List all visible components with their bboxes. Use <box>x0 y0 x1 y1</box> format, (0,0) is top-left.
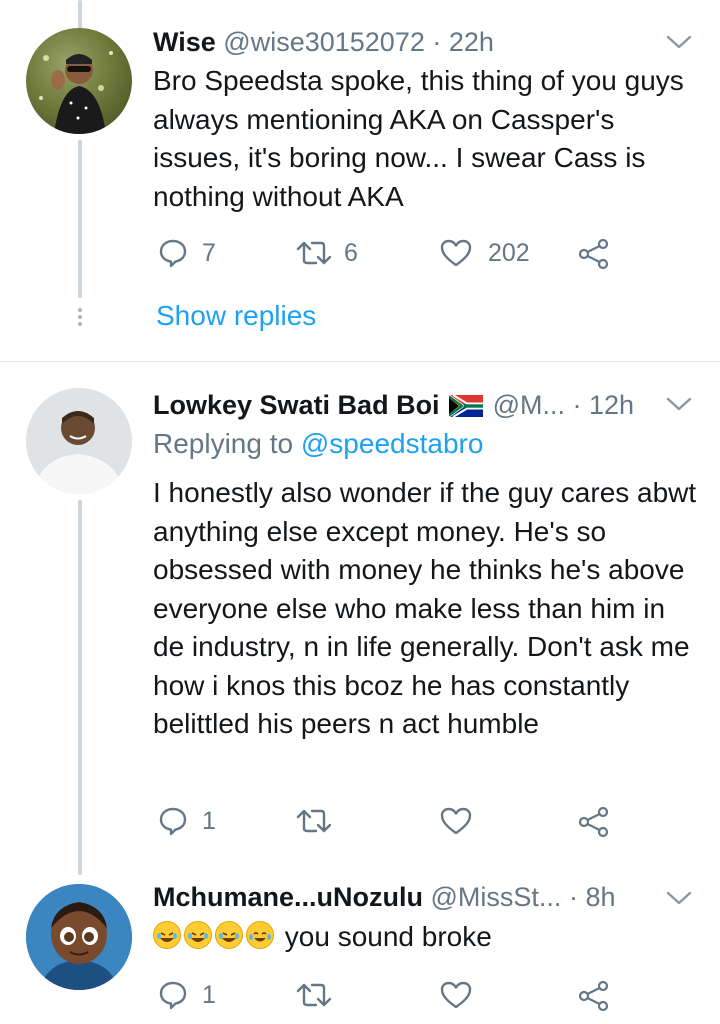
retweet-count: 6 <box>344 238 358 267</box>
retweet-button[interactable] <box>296 806 332 836</box>
display-name[interactable]: Mchumane...uNozulu <box>153 882 423 912</box>
chevron-down-icon[interactable] <box>666 34 692 50</box>
replying-to: Replying to @speedstabro <box>153 428 483 460</box>
show-replies-link[interactable]: Show replies <box>156 300 316 332</box>
thread-line <box>78 0 82 30</box>
avatar[interactable] <box>26 28 132 134</box>
laughing-tears-emoji-icon <box>246 921 274 949</box>
collapsed-thread-dots[interactable] <box>75 305 85 335</box>
tweet-text: you sound broke <box>284 921 492 952</box>
reply-button[interactable]: 1 <box>158 806 216 836</box>
reply-count: 7 <box>202 238 216 267</box>
share-button[interactable] <box>578 980 610 1012</box>
rofl-emoji-icon <box>153 921 181 949</box>
chevron-down-icon[interactable] <box>666 890 692 906</box>
avatar[interactable] <box>26 388 132 494</box>
tweet-header: Mchumane...uNozulu @MissSt... · 8h <box>153 882 615 913</box>
share-icon <box>578 238 609 270</box>
user-handle[interactable]: @wise30152072 <box>223 27 425 57</box>
display-name[interactable]: Wise <box>153 27 216 57</box>
tweet-text: I honestly also wonder if the guy cares … <box>153 477 697 739</box>
like-button[interactable] <box>440 806 472 836</box>
heart-icon <box>440 239 472 267</box>
heart-icon <box>440 981 472 1009</box>
reply-icon <box>159 807 187 836</box>
heart-icon <box>440 807 472 835</box>
reply-count: 1 <box>202 806 216 835</box>
retweet-icon <box>296 809 332 833</box>
avatar[interactable] <box>26 884 132 990</box>
like-button[interactable] <box>440 980 472 1010</box>
display-name[interactable]: Lowkey Swati Bad Boi <box>153 390 440 420</box>
retweet-icon <box>296 983 332 1007</box>
like-button[interactable]: 202 <box>440 238 530 268</box>
reply-button[interactable]: 7 <box>158 238 216 268</box>
south-africa-flag-icon <box>448 394 485 418</box>
reply-icon <box>159 239 187 268</box>
thread-line <box>78 140 82 298</box>
replying-to-label: Replying to <box>153 428 294 459</box>
tweet-text: Bro Speedsta spoke, this thing of you gu… <box>153 65 684 212</box>
timestamp[interactable]: · 8h <box>569 882 616 912</box>
avatar-image <box>26 388 132 494</box>
rofl-emoji-icon <box>184 921 212 949</box>
tweet-header: Wise @wise30152072 · 22h <box>153 27 494 58</box>
timestamp[interactable]: · 12h <box>573 390 635 420</box>
share-button[interactable] <box>578 806 610 838</box>
thread-line <box>78 500 82 875</box>
retweet-icon <box>296 241 332 265</box>
avatar-image <box>39 51 113 134</box>
reply-count: 1 <box>202 980 216 1009</box>
user-handle[interactable]: @M... <box>493 390 565 420</box>
like-count: 202 <box>488 238 530 267</box>
retweet-button[interactable]: 6 <box>296 238 358 268</box>
timestamp[interactable]: · 22h <box>432 27 494 57</box>
replying-to-handle[interactable]: @speedstabro <box>301 428 484 459</box>
rofl-emoji-icon <box>215 921 243 949</box>
retweet-button[interactable] <box>296 980 332 1010</box>
share-icon <box>578 980 609 1012</box>
share-icon <box>578 806 609 838</box>
tweet-header: Lowkey Swati Bad Boi @M... · 12h <box>153 390 634 421</box>
reply-icon <box>159 981 187 1010</box>
share-button[interactable] <box>578 238 610 270</box>
chevron-down-icon[interactable] <box>666 396 692 412</box>
divider <box>0 361 720 362</box>
user-handle[interactable]: @MissSt... <box>431 882 562 912</box>
avatar-image <box>26 884 132 990</box>
reply-button[interactable]: 1 <box>158 980 216 1010</box>
tweet-text-row: you sound broke <box>153 918 700 957</box>
